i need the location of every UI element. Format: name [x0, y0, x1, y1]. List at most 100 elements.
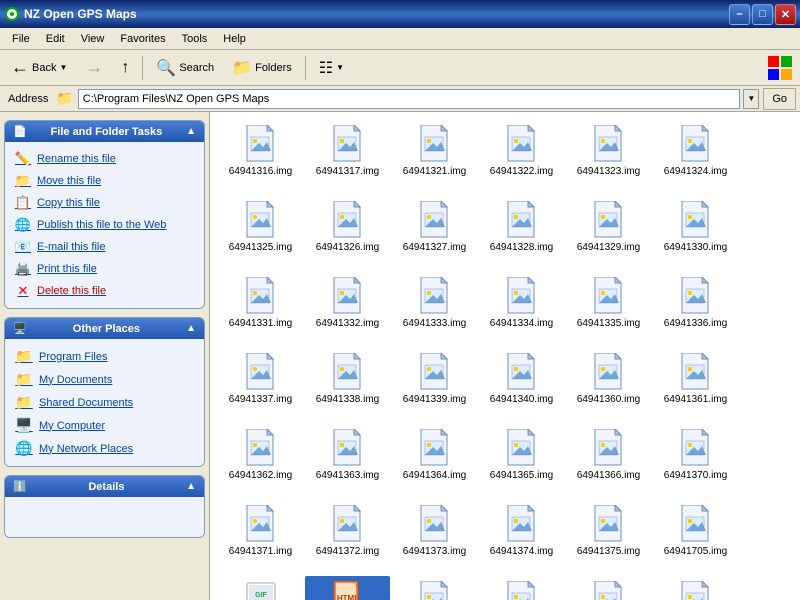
file-item[interactable]: NZOEXTEN...: [566, 576, 651, 600]
folders-icon: 📁: [232, 58, 252, 78]
file-item[interactable]: 64941374.img: [479, 500, 564, 574]
menu-help[interactable]: Help: [215, 31, 254, 47]
print-task[interactable]: 🖨️ Print this file: [9, 258, 200, 280]
menu-edit[interactable]: Edit: [38, 31, 73, 47]
publish-icon: 🌐: [15, 217, 31, 233]
file-item[interactable]: 64941363.img: [305, 424, 390, 498]
file-item[interactable]: NZOEXTEN...: [653, 576, 738, 600]
file-item[interactable]: 64941340.img: [479, 348, 564, 422]
program-files-link[interactable]: 📁 Program Files: [9, 345, 200, 368]
my-computer-link[interactable]: 🖥️ My Computer: [9, 414, 200, 437]
maximize-button[interactable]: □: [752, 4, 773, 25]
file-item[interactable]: 64941375.img: [566, 500, 651, 574]
file-icon: [419, 504, 451, 544]
file-item[interactable]: 64941317.img: [305, 120, 390, 194]
my-documents-icon: 📁: [15, 371, 33, 388]
file-item[interactable]: 64941322.img: [479, 120, 564, 194]
file-name: 64941324.img: [664, 166, 727, 178]
file-item[interactable]: 64941334.img: [479, 272, 564, 346]
back-dropdown-icon[interactable]: ▼: [59, 63, 67, 72]
file-item[interactable]: 64941705.img: [653, 500, 738, 574]
file-item[interactable]: 64941332.img: [305, 272, 390, 346]
file-icon: [245, 276, 277, 316]
file-name: 64941325.img: [229, 242, 292, 254]
copy-label: Copy this file: [37, 197, 100, 209]
file-icon: [245, 352, 277, 392]
back-button[interactable]: ← Back ▼: [4, 53, 74, 82]
search-button[interactable]: 🔍 Search: [149, 54, 221, 82]
views-dropdown-icon[interactable]: ▼: [336, 63, 344, 72]
menu-view[interactable]: View: [73, 31, 113, 47]
file-item[interactable]: 64941331.img: [218, 272, 303, 346]
file-item[interactable]: 64941338.img: [305, 348, 390, 422]
menu-file[interactable]: File: [4, 31, 38, 47]
file-item[interactable]: 64941373.img: [392, 500, 477, 574]
file-item[interactable]: 64941324.img: [653, 120, 738, 194]
file-name: 64941327.img: [403, 242, 466, 254]
tasks-header-label: File and Folder Tasks: [51, 126, 163, 138]
file-item[interactable]: 64941360.img: [566, 348, 651, 422]
file-item[interactable]: 64941364.img: [392, 424, 477, 498]
file-item[interactable]: 64941321.img: [392, 120, 477, 194]
close-button[interactable]: ✕: [775, 4, 796, 25]
my-documents-link[interactable]: 📁 My Documents: [9, 368, 200, 391]
file-item[interactable]: 64941365.img: [479, 424, 564, 498]
svg-text:HTML: HTML: [336, 594, 358, 600]
address-dropdown-button[interactable]: ▼: [743, 89, 759, 109]
minimize-button[interactable]: –: [729, 4, 750, 25]
delete-icon: ✕: [15, 283, 31, 299]
details-header[interactable]: ℹ️ Details ▲: [5, 476, 204, 497]
file-item[interactable]: 64941370.img: [653, 424, 738, 498]
file-item[interactable]: 64941323.img: [566, 120, 651, 194]
file-item[interactable]: 64941327.img: [392, 196, 477, 270]
file-item[interactable]: 64941372.img: [305, 500, 390, 574]
file-item[interactable]: 64941325.img: [218, 196, 303, 270]
file-item[interactable]: 64941316.img: [218, 120, 303, 194]
file-item[interactable]: 64941335.img: [566, 272, 651, 346]
file-item[interactable]: GIF gps box example.gif: [218, 576, 303, 600]
file-item[interactable]: 64941366.img: [566, 424, 651, 498]
file-item[interactable]: 64941333.img: [392, 272, 477, 346]
file-item[interactable]: 64941362.img: [218, 424, 303, 498]
file-name: 64941365.img: [490, 470, 553, 482]
folders-button[interactable]: 📁 Folders: [225, 54, 299, 82]
publish-task[interactable]: 🌐 Publish this file to the Web: [9, 214, 200, 236]
up-icon: ↑: [121, 59, 129, 77]
file-icon: [506, 352, 538, 392]
file-icon: [593, 428, 625, 468]
up-button[interactable]: ↑: [114, 55, 136, 81]
file-item[interactable]: 64941330.img: [653, 196, 738, 270]
delete-task[interactable]: ✕ Delete this file: [9, 280, 200, 302]
menu-tools[interactable]: Tools: [174, 31, 216, 47]
move-task[interactable]: 📁 Move this file: [9, 170, 200, 192]
go-button[interactable]: Go: [763, 88, 796, 110]
forward-button[interactable]: →: [78, 53, 110, 82]
views-button[interactable]: ☷ ▼: [312, 54, 351, 82]
file-item[interactable]: 64941329.img: [566, 196, 651, 270]
file-item[interactable]: 64941371.img: [218, 500, 303, 574]
menu-favorites[interactable]: Favorites: [112, 31, 173, 47]
copy-task[interactable]: 📋 Copy this file: [9, 192, 200, 214]
file-name: 64941364.img: [403, 470, 466, 482]
window-controls[interactable]: – □ ✕: [729, 4, 796, 25]
file-name: 64941330.img: [664, 242, 727, 254]
tasks-header[interactable]: 📄 File and Folder Tasks ▲: [5, 121, 204, 142]
rename-task[interactable]: ✏️ Rename this file: [9, 148, 200, 170]
network-places-link[interactable]: 🌐 My Network Places: [9, 437, 200, 460]
shared-documents-link[interactable]: 📁 Shared Documents: [9, 391, 200, 414]
file-name: 64941323.img: [577, 166, 640, 178]
file-item[interactable]: 64941337.img: [218, 348, 303, 422]
file-item[interactable]: 64941328.img: [479, 196, 564, 270]
file-item[interactable]: 64941336.img: [653, 272, 738, 346]
file-view[interactable]: 64941316.img 64941317.img 64941321.img 6…: [210, 112, 800, 600]
file-item[interactable]: 64941339.img: [392, 348, 477, 422]
file-item[interactable]: 64941326.img: [305, 196, 390, 270]
file-icon: [506, 200, 538, 240]
file-item[interactable]: NZ Tourist Waypoints....: [392, 576, 477, 600]
address-input[interactable]: [78, 89, 741, 109]
file-item[interactable]: NZOEXTEN...: [479, 576, 564, 600]
file-item[interactable]: HTML NZ Open GPS Maps Introduction.html: [305, 576, 390, 600]
places-header[interactable]: 🖥️ Other Places ▲: [5, 318, 204, 339]
file-item[interactable]: 64941361.img: [653, 348, 738, 422]
email-task[interactable]: 📧 E-mail this file: [9, 236, 200, 258]
